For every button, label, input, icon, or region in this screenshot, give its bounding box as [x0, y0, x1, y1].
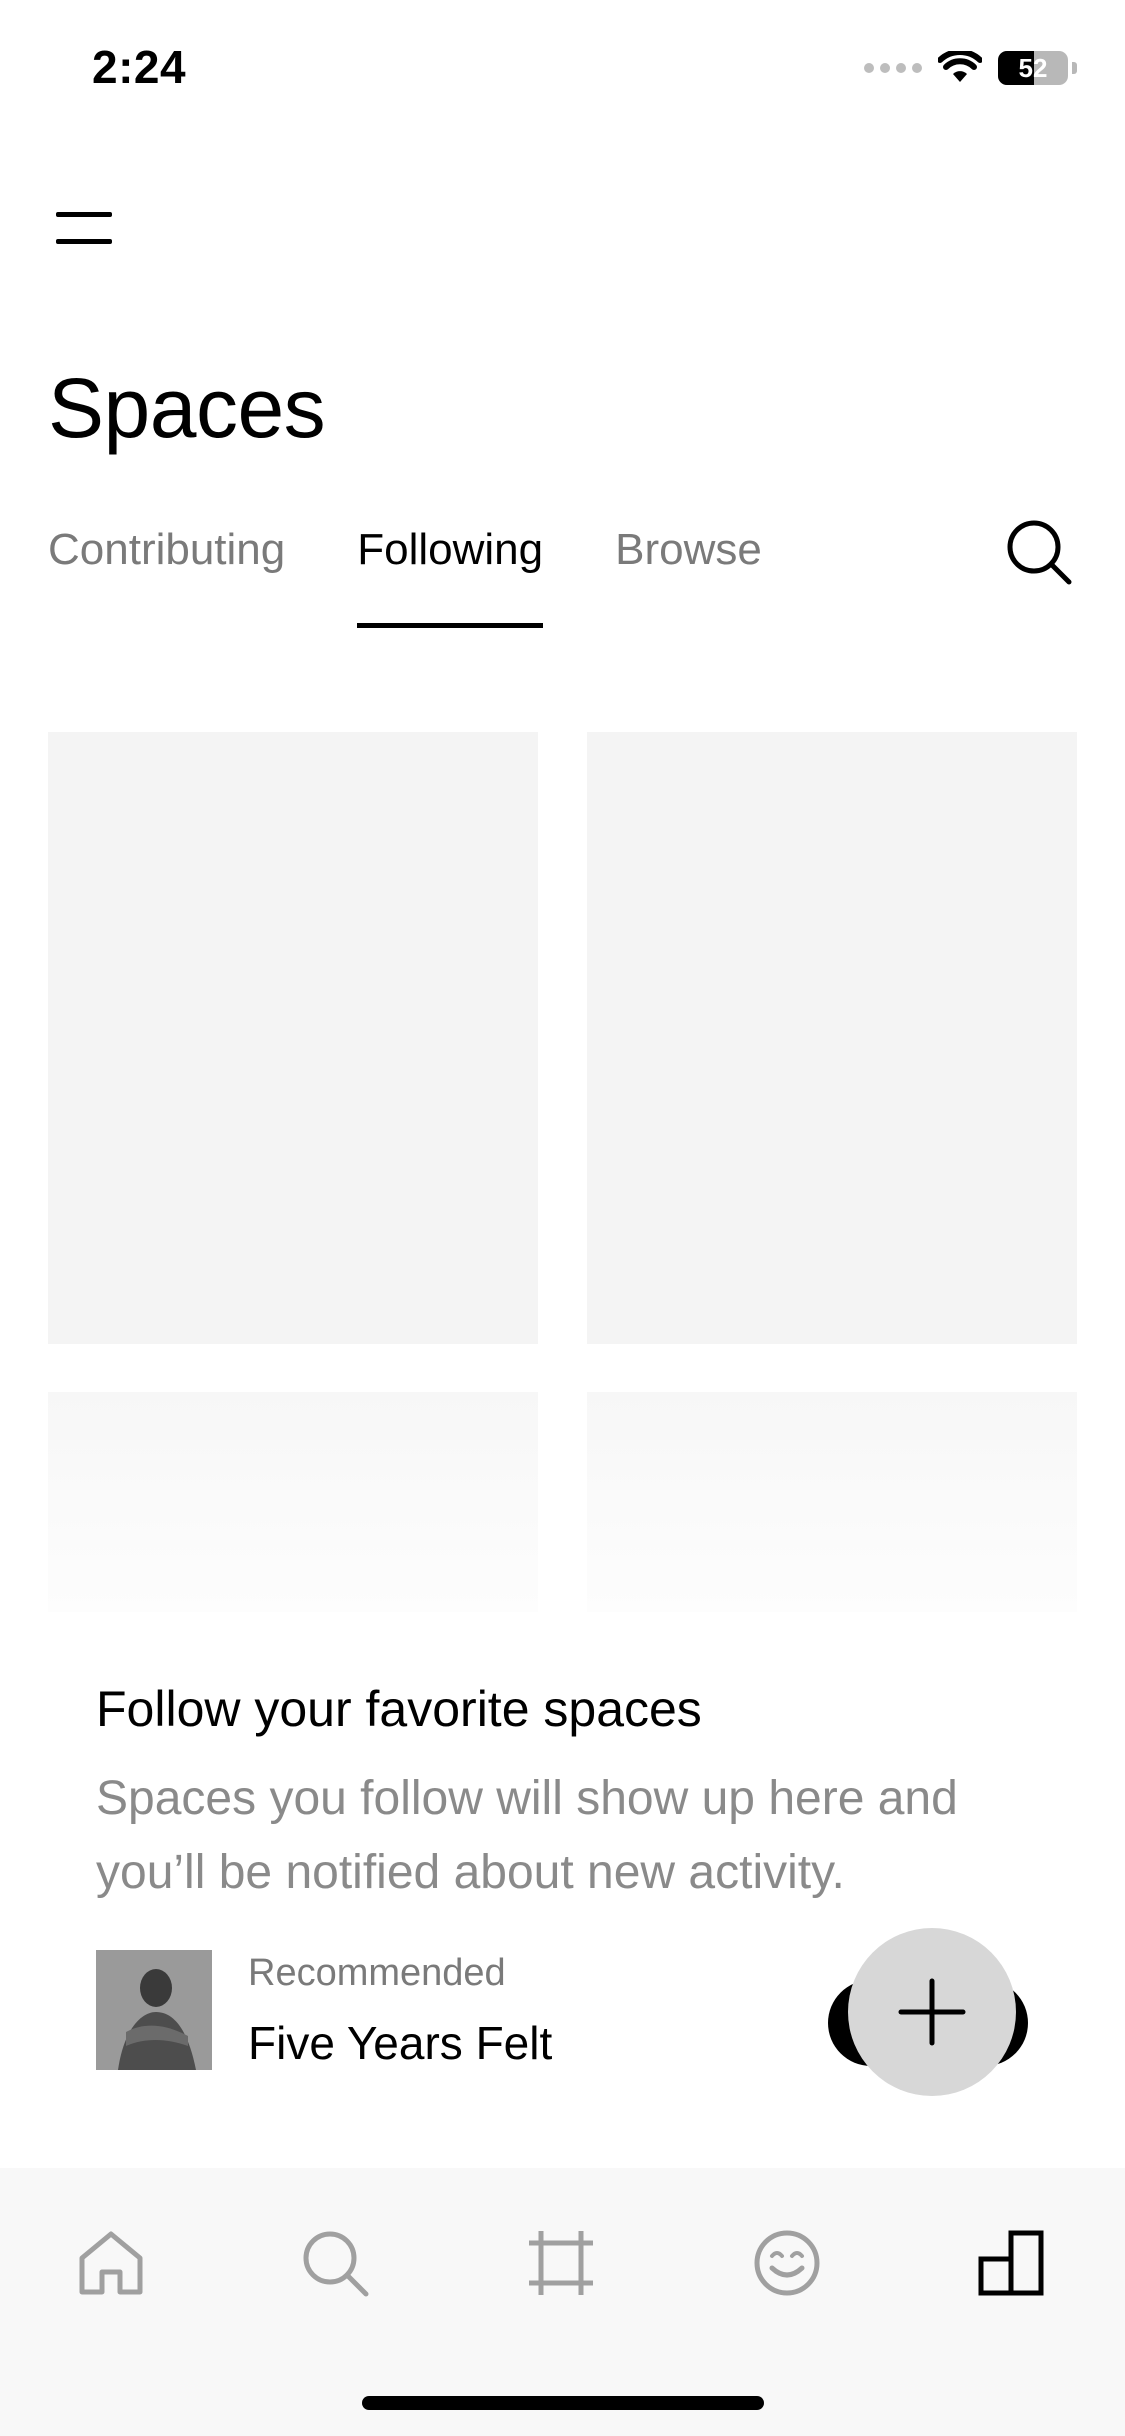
page-title: Spaces [48, 361, 326, 455]
home-icon [79, 2231, 143, 2295]
placeholder-card [48, 1392, 538, 1612]
search-button[interactable] [1005, 518, 1073, 586]
recommended-label: Recommended [248, 1952, 506, 1994]
menu-button[interactable] [48, 196, 120, 260]
status-time: 2:24 [92, 41, 187, 93]
tabs: Contributing Following Browse [48, 518, 762, 628]
menu-icon-line [56, 212, 112, 217]
tab-browse[interactable]: Browse [615, 518, 762, 628]
nav-activity[interactable] [742, 2218, 832, 2308]
tab-following[interactable]: Following [357, 518, 543, 628]
status-bar: 2:24 52 [0, 0, 1125, 140]
empty-state-title: Follow your favorite spaces [96, 1681, 702, 1737]
spaces-icon [978, 2230, 1044, 2296]
tab-contributing[interactable]: Contributing [48, 518, 285, 628]
nav-search[interactable] [290, 2218, 380, 2308]
search-icon [303, 2231, 369, 2297]
cellular-signal-icon [864, 63, 922, 73]
recommended-space-name[interactable]: Five Years Felt [248, 2016, 552, 2070]
battery-icon: 52 [998, 51, 1068, 85]
placeholder-card [587, 732, 1077, 1344]
nav-spaces[interactable] [966, 2218, 1056, 2308]
portrait-image [96, 1950, 212, 2070]
menu-icon-line [56, 239, 112, 244]
empty-state-description: Spaces you follow will show up here and … [96, 1772, 958, 1899]
battery-percent: 52 [1018, 52, 1048, 83]
nav-create[interactable] [516, 2218, 606, 2308]
home-indicator[interactable] [362, 2396, 764, 2410]
crop-frame-icon [529, 2231, 593, 2295]
nav-home[interactable] [66, 2218, 156, 2308]
wifi-icon [938, 51, 982, 82]
status-indicators: 52 [864, 46, 1077, 90]
recommended-thumbnail[interactable] [96, 1950, 212, 2070]
plus-icon [898, 1978, 966, 2046]
placeholder-card [48, 732, 538, 1344]
search-icon [1007, 520, 1072, 585]
placeholder-card [587, 1392, 1077, 1612]
create-button[interactable] [848, 1928, 1016, 2096]
battery-cap [1072, 62, 1077, 74]
smiley-icon [754, 2230, 820, 2296]
